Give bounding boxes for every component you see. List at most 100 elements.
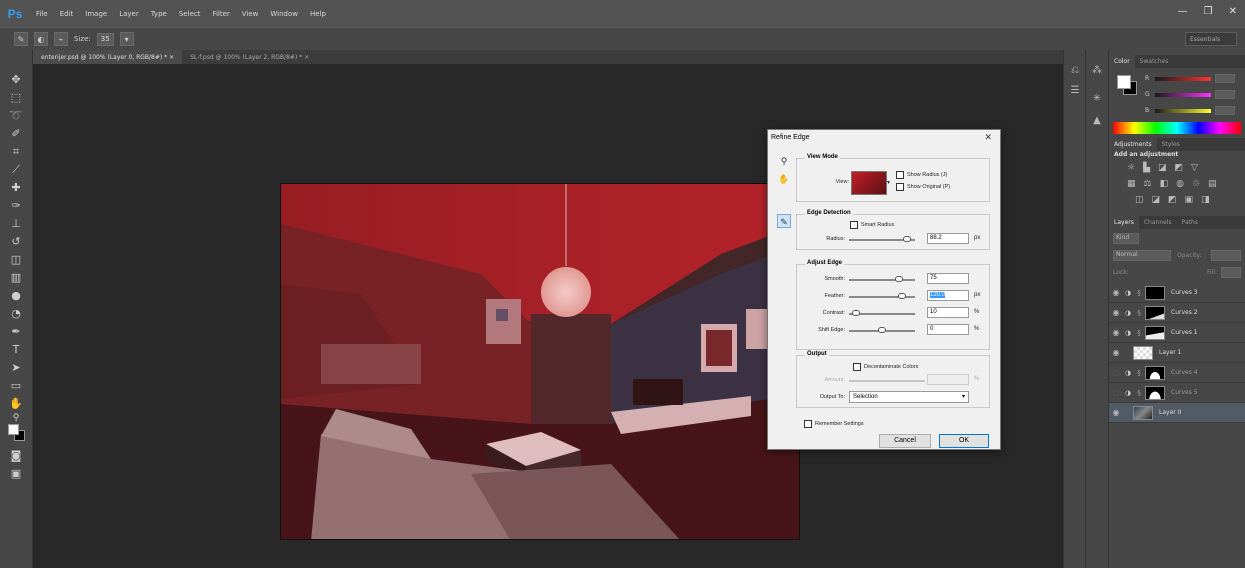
- layer-mask-thumbnail[interactable]: [1145, 365, 1165, 380]
- shift-edge-field[interactable]: 0: [927, 324, 969, 335]
- tab-swatches[interactable]: Swatches: [1135, 55, 1174, 68]
- visibility-eye-icon[interactable]: ◉: [1109, 308, 1123, 317]
- mask-link-icon[interactable]: §: [1133, 309, 1145, 317]
- contrast-slider-thumb[interactable]: [851, 310, 860, 316]
- mask-link-icon[interactable]: §: [1133, 289, 1145, 297]
- tab-close-icon[interactable]: ×: [304, 54, 309, 61]
- show-original-checkbox[interactable]: [896, 183, 904, 191]
- zoom-tool-icon[interactable]: ⚲: [777, 154, 791, 168]
- exposure-icon[interactable]: ◩: [1175, 163, 1184, 173]
- quick-selection-tool-icon[interactable]: ✐: [8, 126, 24, 142]
- feather-slider-thumb[interactable]: [897, 293, 906, 299]
- mask-link-icon[interactable]: §: [1133, 369, 1145, 377]
- photo-filter-icon[interactable]: ◍: [1176, 179, 1184, 189]
- dodge-tool-icon[interactable]: ◔: [8, 306, 24, 322]
- menu-edit[interactable]: Edit: [60, 10, 74, 18]
- lasso-tool-icon[interactable]: ➰: [8, 108, 24, 124]
- mask-link-icon[interactable]: §: [1133, 329, 1145, 337]
- tab-paths[interactable]: Paths: [1177, 216, 1203, 229]
- size-dropdown-icon[interactable]: ▾: [119, 32, 134, 46]
- tab-color[interactable]: Color: [1109, 55, 1135, 68]
- close-button[interactable]: ✕: [1229, 6, 1237, 17]
- brush-tool-icon[interactable]: ✑: [8, 198, 24, 214]
- smooth-field[interactable]: 75: [927, 273, 969, 284]
- layer-row-curves-1[interactable]: ◉ ◑ § Curves 1: [1109, 323, 1245, 343]
- hand-tool-icon[interactable]: ✋: [777, 172, 791, 186]
- screen-mode-icon[interactable]: ▣: [8, 466, 24, 482]
- ok-button[interactable]: OK: [939, 434, 989, 448]
- minimize-button[interactable]: —: [1178, 6, 1188, 17]
- layer-mask-thumbnail[interactable]: [1145, 385, 1165, 400]
- menu-type[interactable]: Type: [151, 10, 167, 18]
- b-value-field[interactable]: [1215, 106, 1235, 115]
- g-value-field[interactable]: [1215, 90, 1235, 99]
- visibility-eye-icon[interactable]: ◉: [1109, 288, 1123, 297]
- show-radius-checkbox[interactable]: [896, 171, 904, 179]
- eyedropper-tool-icon[interactable]: ⟋: [8, 162, 24, 178]
- properties-panel-icon[interactable]: ☰: [1068, 84, 1082, 98]
- selective-color-icon[interactable]: ◨: [1201, 195, 1210, 205]
- refine-radius-tool-icon[interactable]: ✎: [777, 214, 791, 228]
- layer-kind-filter[interactable]: Kind: [1113, 233, 1139, 244]
- output-to-select[interactable]: Selection ▾: [849, 391, 969, 403]
- menu-image[interactable]: Image: [85, 10, 107, 18]
- cancel-button[interactable]: Cancel: [879, 434, 931, 448]
- smooth-slider-thumb[interactable]: [894, 276, 903, 282]
- mask-link-icon[interactable]: §: [1133, 389, 1145, 397]
- history-panel-icon[interactable]: ⎌: [1068, 64, 1082, 78]
- decontaminate-checkbox[interactable]: [853, 363, 861, 371]
- contrast-field[interactable]: 10: [927, 307, 969, 318]
- tab-close-icon[interactable]: ×: [169, 54, 174, 61]
- invert-icon[interactable]: ◫: [1135, 195, 1144, 205]
- fill-field[interactable]: [1221, 267, 1241, 278]
- tab-sl-f[interactable]: SL-f.psd @ 100% (Layer 2, RGB/8#) * ×: [182, 50, 317, 64]
- menu-select[interactable]: Select: [179, 10, 201, 18]
- menu-filter[interactable]: Filter: [212, 10, 229, 18]
- visibility-off-icon[interactable]: ▢: [1109, 388, 1123, 397]
- layer-mask-thumbnail[interactable]: [1145, 325, 1165, 340]
- layer-mask-thumbnail[interactable]: [1145, 305, 1165, 320]
- threshold-icon[interactable]: ◩: [1168, 195, 1177, 205]
- visibility-eye-icon[interactable]: ◉: [1109, 348, 1123, 357]
- blur-tool-icon[interactable]: ●: [8, 288, 24, 304]
- feather-field[interactable]: 120.0: [927, 290, 969, 301]
- color-lookup-icon[interactable]: ▤: [1208, 179, 1217, 189]
- layer-row-curves-3[interactable]: ◉ ◑ § Curves 3: [1109, 283, 1245, 303]
- move-tool-icon[interactable]: ✥: [8, 72, 24, 88]
- visibility-eye-icon[interactable]: ◉: [1109, 408, 1123, 417]
- curves-icon[interactable]: ◪: [1158, 163, 1167, 173]
- menu-layer[interactable]: Layer: [119, 10, 139, 18]
- brightness-icon[interactable]: ☼: [1127, 163, 1135, 173]
- restore-button[interactable]: ❐: [1204, 6, 1213, 17]
- vibrance-icon[interactable]: ▽: [1191, 163, 1198, 173]
- color-balance-icon[interactable]: ⚖: [1144, 179, 1152, 189]
- tab-adjustments[interactable]: Adjustments: [1109, 138, 1157, 151]
- crop-tool-icon[interactable]: ⌗: [8, 144, 24, 160]
- document-image[interactable]: [280, 183, 800, 540]
- tab-enterijer[interactable]: enterijer.psd @ 100% (Layer 0, RGB/8#) *…: [33, 50, 183, 64]
- healing-tool-icon[interactable]: ✚: [8, 180, 24, 196]
- dialog-close-button[interactable]: ✕: [984, 132, 992, 143]
- r-slider[interactable]: [1155, 76, 1211, 81]
- foreground-color-swatch[interactable]: [8, 424, 19, 435]
- shift-edge-slider-thumb[interactable]: [878, 327, 886, 333]
- tab-styles[interactable]: Styles: [1157, 138, 1185, 151]
- opacity-field[interactable]: [1211, 250, 1241, 261]
- layer-thumbnail[interactable]: [1133, 345, 1153, 360]
- levels-icon[interactable]: ▙: [1143, 163, 1150, 173]
- tool-preset-icon[interactable]: ✎: [14, 32, 28, 46]
- smooth-slider-track[interactable]: [849, 279, 915, 281]
- view-mode-thumbnail[interactable]: [851, 171, 887, 195]
- eraser-tool-icon[interactable]: ◫: [8, 252, 24, 268]
- clone-source-icon[interactable]: ▲: [1090, 114, 1104, 128]
- tool-presets-icon[interactable]: ✳: [1090, 92, 1104, 106]
- g-slider[interactable]: [1155, 92, 1211, 97]
- radius-field[interactable]: 88.2: [927, 233, 969, 244]
- marquee-tool-icon[interactable]: ⬚: [8, 90, 24, 106]
- gradient-map-icon[interactable]: ▣: [1185, 195, 1194, 205]
- menu-window[interactable]: Window: [270, 10, 298, 18]
- type-tool-icon[interactable]: T: [8, 342, 24, 358]
- layer-row-curves-4[interactable]: ▢ ◑ § Curves 4: [1109, 363, 1245, 383]
- tab-channels[interactable]: Channels: [1139, 216, 1177, 229]
- layer-row-layer-0[interactable]: ◉ Layer 0: [1109, 403, 1245, 423]
